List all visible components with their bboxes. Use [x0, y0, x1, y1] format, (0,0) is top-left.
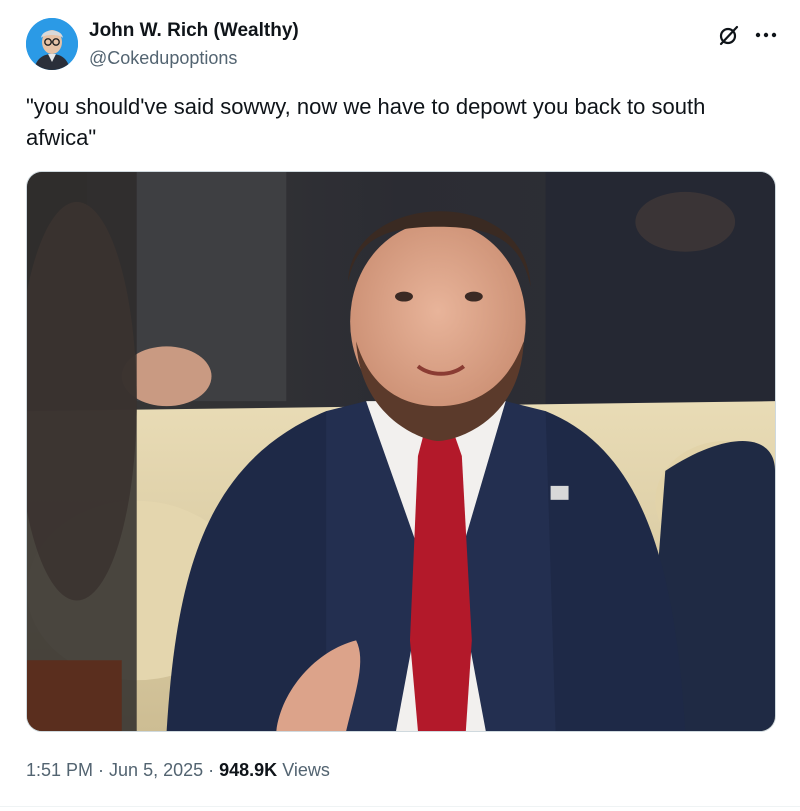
meta-separator: · — [208, 760, 215, 780]
more-options-icon[interactable] — [752, 22, 780, 48]
author-avatar[interactable] — [26, 18, 78, 70]
tweet-date[interactable]: Jun 5, 2025 — [109, 760, 203, 780]
tweet-photo[interactable] — [26, 171, 776, 732]
grok-icon[interactable] — [716, 22, 742, 48]
tweet-time[interactable]: 1:51 PM — [26, 760, 93, 780]
author-handle[interactable]: @Cokedupoptions — [89, 48, 237, 69]
bottom-divider — [0, 806, 800, 807]
tweet-text: "you should've said sowwy, now we have t… — [26, 94, 706, 150]
meta-separator: · — [98, 760, 105, 780]
author-display-name[interactable]: John W. Rich (Wealthy) — [89, 20, 299, 42]
tweet-card: John W. Rich (Wealthy) @Cokedupoptions "… — [0, 0, 800, 811]
views-count: 948.9K — [219, 760, 278, 780]
tweet-meta: 1:51 PM · Jun 5, 2025 · 948.9K Views — [26, 760, 330, 781]
views-label: Views — [282, 760, 330, 780]
